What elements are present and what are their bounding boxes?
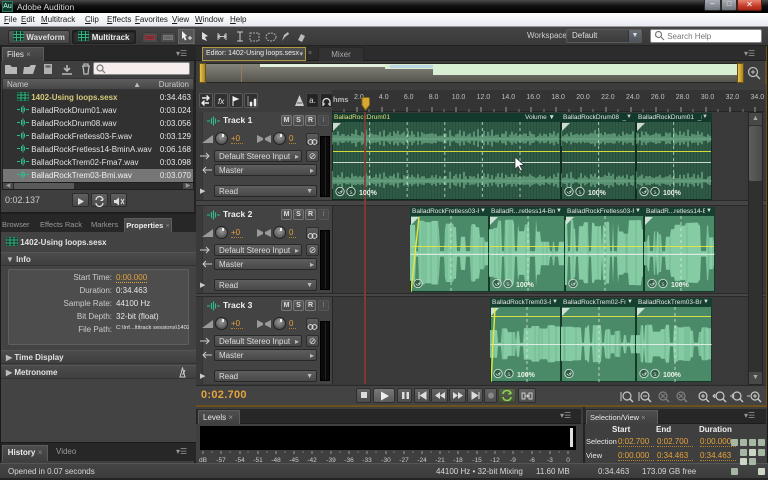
svg-text:fx: fx: [218, 97, 225, 106]
svg-text:100%: 100%: [663, 372, 682, 379]
svg-text:100%: 100%: [671, 282, 690, 289]
svg-text:100%: 100%: [516, 282, 535, 289]
svg-text:s: s: [654, 190, 657, 196]
svg-text:100%: 100%: [359, 190, 378, 197]
svg-text:100%: 100%: [517, 372, 536, 379]
svg-text:s: s: [508, 372, 511, 378]
svg-text:100%: 100%: [588, 190, 607, 197]
svg-text:s: s: [350, 190, 353, 196]
svg-text:100%: 100%: [663, 190, 682, 197]
svg-text:s: s: [579, 190, 582, 196]
svg-text:s: s: [654, 372, 657, 378]
svg-text:s: s: [662, 282, 665, 288]
svg-text:s: s: [507, 282, 510, 288]
